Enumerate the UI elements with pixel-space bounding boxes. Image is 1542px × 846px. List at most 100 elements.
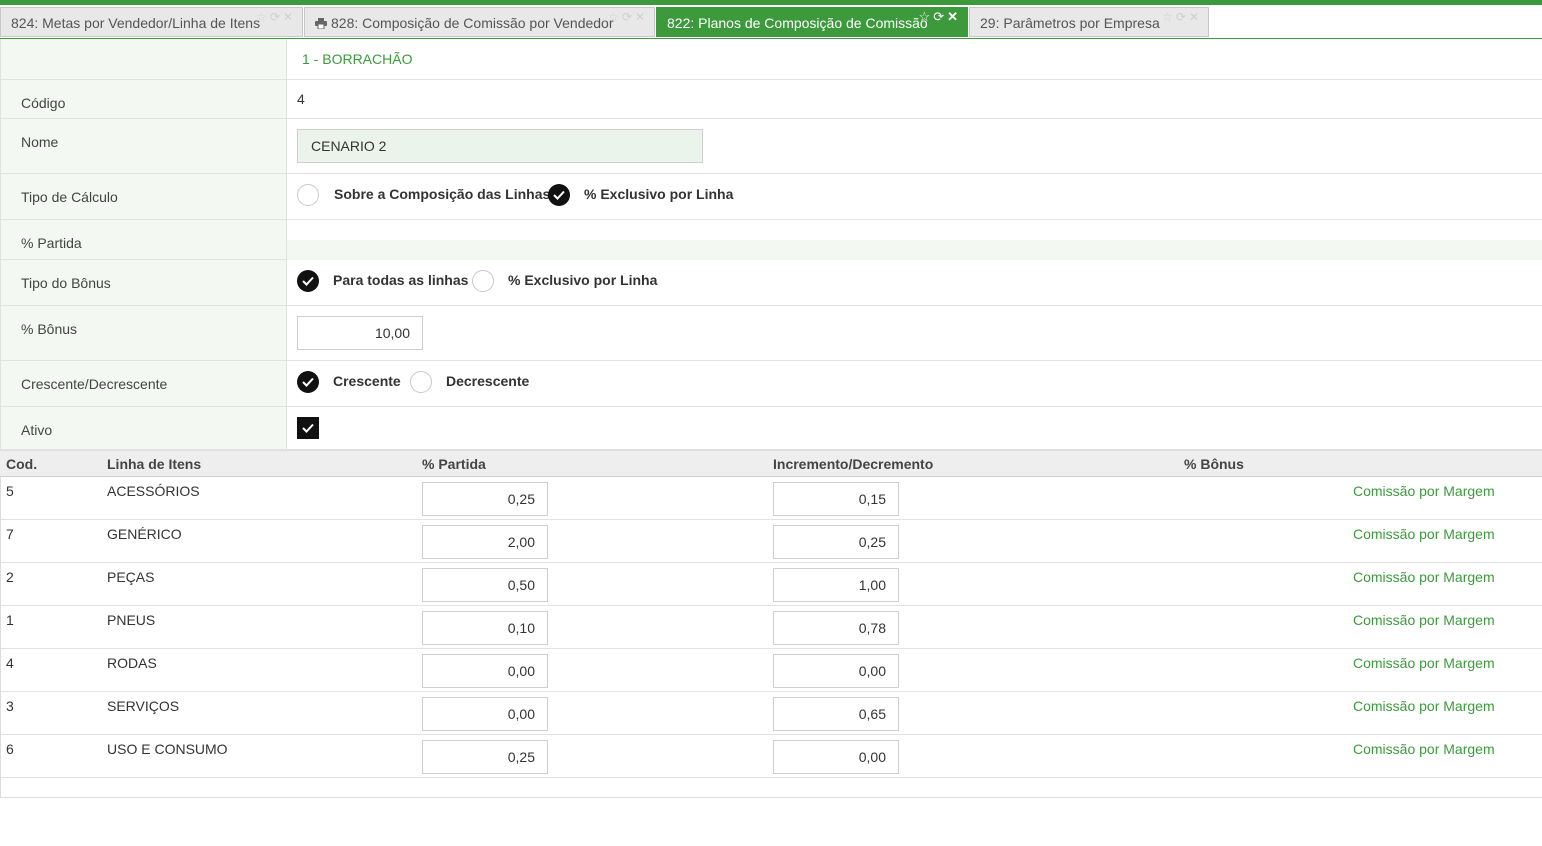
col-incremento: Incremento/Decremento — [773, 456, 934, 472]
refresh-icon[interactable]: ⟳ — [270, 10, 283, 24]
table-row: 7 GENÉRICO 2,00 0,25 Comissão por Margem — [0, 520, 1542, 563]
label-cell: % Partida — [0, 220, 287, 259]
row-partida-input[interactable]: 0,25 — [422, 740, 548, 774]
label-cell: Ativo — [0, 407, 287, 449]
codigo-label: Código — [21, 95, 66, 111]
partida-label: % Partida — [21, 235, 82, 251]
ativo-label: Ativo — [21, 422, 53, 438]
row-cod: 6 — [6, 741, 14, 757]
plan-group-title: 1 - BORRACHÃO — [302, 51, 413, 67]
row-incremento-input[interactable]: 0,15 — [773, 482, 899, 516]
row-incremento-input[interactable]: 0,65 — [773, 697, 899, 731]
bonus-input[interactable]: 10,00 — [297, 316, 423, 350]
row-linha: PEÇAS — [107, 569, 155, 585]
col-linha: Linha de Itens — [107, 456, 202, 472]
row-cod: 1 — [6, 612, 14, 628]
check-icon — [553, 190, 565, 200]
row-cod: 3 — [6, 698, 14, 714]
row-incremento-input[interactable]: 0,00 — [773, 740, 899, 774]
refresh-icon[interactable]: ⟳ — [933, 9, 947, 24]
radio-sobre-composicao[interactable] — [297, 184, 319, 206]
close-icon[interactable]: ✕ — [1189, 10, 1202, 24]
table-row: 1 PNEUS 0,10 0,78 Comissão por Margem — [0, 606, 1542, 649]
comissao-margem-link[interactable]: Comissão por Margem — [1353, 698, 1495, 714]
row-cod: 2 — [6, 569, 14, 585]
nome-input[interactable]: CENARIO 2 — [297, 129, 703, 163]
star-icon[interactable]: ☆ — [919, 9, 934, 24]
label-cell: Tipo do Bônus — [0, 260, 287, 305]
top-accent-bar — [0, 0, 1542, 5]
table-row: 4 RODAS 0,00 0,00 Comissão por Margem — [0, 649, 1542, 692]
tab-planos-composicao[interactable]: 822: Planos de Composição de Comissão ☆⟳… — [656, 7, 968, 37]
row-linha: RODAS — [107, 655, 157, 671]
row-cod: 5 — [6, 483, 14, 499]
nome-row: Nome CENARIO 2 — [0, 119, 1542, 174]
radio-crescente-label: Crescente — [333, 373, 401, 389]
comissao-margem-link[interactable]: Comissão por Margem — [1353, 741, 1495, 757]
row-incremento-input[interactable]: 0,00 — [773, 654, 899, 688]
table-row: 6 USO E CONSUMO 0,25 0,00 Comissão por Marge… — [0, 735, 1542, 778]
comissao-margem-link[interactable]: Comissão por Margem — [1353, 569, 1495, 585]
ativo-row: Ativo — [0, 407, 1542, 450]
radio-exclusivo-linha[interactable] — [548, 184, 570, 206]
refresh-icon[interactable]: ⟳ — [622, 10, 635, 24]
ordem-row: Crescente/Decrescente Crescente Decresce… — [0, 361, 1542, 407]
comissao-margem-link[interactable]: Comissão por Margem — [1353, 612, 1495, 628]
refresh-icon[interactable]: ⟳ — [1176, 10, 1189, 24]
partida-row: % Partida — [0, 220, 1542, 260]
comissao-margem-link[interactable]: Comissão por Margem — [1353, 526, 1495, 542]
radio-bonus-exclusivo-linha[interactable] — [472, 270, 494, 292]
grid-bottom-border — [0, 797, 1542, 798]
radio-sobre-composicao-label: Sobre a Composição das Linhas — [334, 186, 551, 202]
close-icon[interactable]: ✕ — [635, 10, 648, 24]
bonus-row: % Bônus 10,00 — [0, 306, 1542, 361]
check-icon — [302, 377, 314, 387]
partida-empty-field — [287, 240, 1542, 260]
row-partida-input[interactable]: 0,00 — [422, 697, 548, 731]
tab-actions: ☆⟳✕ — [608, 8, 648, 26]
row-incremento-input[interactable]: 0,25 — [773, 525, 899, 559]
check-icon — [302, 276, 314, 286]
row-partida-input[interactable]: 2,00 — [422, 525, 548, 559]
tipo-calculo-row: Tipo de Cálculo Sobre a Composição das L… — [0, 174, 1542, 220]
form-header-row: 1 - BORRACHÃO — [0, 39, 1542, 80]
row-partida-input[interactable]: 0,25 — [422, 482, 548, 516]
check-icon — [302, 423, 314, 433]
radio-bonus-exclusivo-linha-label: % Exclusivo por Linha — [508, 272, 658, 288]
ativo-checkbox[interactable] — [297, 417, 319, 439]
radio-decrescente-label: Decrescente — [446, 373, 530, 389]
comissao-margem-link[interactable]: Comissão por Margem — [1353, 483, 1495, 499]
radio-crescente[interactable] — [297, 371, 319, 393]
tab-label: 29: Parâmetros por Empresa — [980, 15, 1160, 31]
comissao-margem-link[interactable]: Comissão por Margem — [1353, 655, 1495, 671]
tipo-bonus-row: Tipo do Bônus Para todas as linhas % Exc… — [0, 260, 1542, 306]
tab-metas-vendedor[interactable]: 824: Metas por Vendedor/Linha de Itens ☆… — [0, 7, 303, 37]
star-icon[interactable]: ☆ — [256, 10, 270, 24]
row-incremento-input[interactable]: 1,00 — [773, 568, 899, 602]
label-cell: % Bônus — [0, 306, 287, 360]
radio-todas-linhas[interactable] — [297, 270, 319, 292]
row-cod: 7 — [6, 526, 14, 542]
label-cell: Tipo de Cálculo — [0, 174, 287, 219]
label-cell: Nome — [0, 119, 287, 173]
nome-label: Nome — [21, 134, 59, 150]
label-cell: Crescente/Decrescente — [0, 361, 287, 406]
close-icon[interactable]: ✕ — [283, 10, 296, 24]
tab-composicao-vendedor[interactable]: 828: Composição de Comissão por Vendedor… — [304, 7, 655, 37]
tab-parametros-empresa[interactable]: 29: Parâmetros por Empresa ☆⟳✕ — [969, 7, 1209, 37]
row-partida-input[interactable]: 0,10 — [422, 611, 548, 645]
row-partida-input[interactable]: 0,50 — [422, 568, 548, 602]
close-icon[interactable]: ✕ — [947, 9, 961, 24]
radio-decrescente[interactable] — [410, 371, 432, 393]
row-incremento-input[interactable]: 0,78 — [773, 611, 899, 645]
row-partida-input[interactable]: 0,00 — [422, 654, 548, 688]
grid-left-border — [0, 477, 1, 798]
tab-bar: 824: Metas por Vendedor/Linha de Itens ☆… — [0, 7, 1542, 38]
star-icon[interactable]: ☆ — [608, 10, 622, 24]
codigo-value: 4 — [297, 91, 305, 107]
tab-label: 824: Metas por Vendedor/Linha de Itens — [11, 15, 261, 31]
star-icon[interactable]: ☆ — [1162, 10, 1176, 24]
tipo-bonus-label: Tipo do Bônus — [21, 275, 111, 291]
printer-icon — [315, 9, 327, 30]
table-row: 3 SERVIÇOS 0,00 0,65 Comissão por Margem — [0, 692, 1542, 735]
